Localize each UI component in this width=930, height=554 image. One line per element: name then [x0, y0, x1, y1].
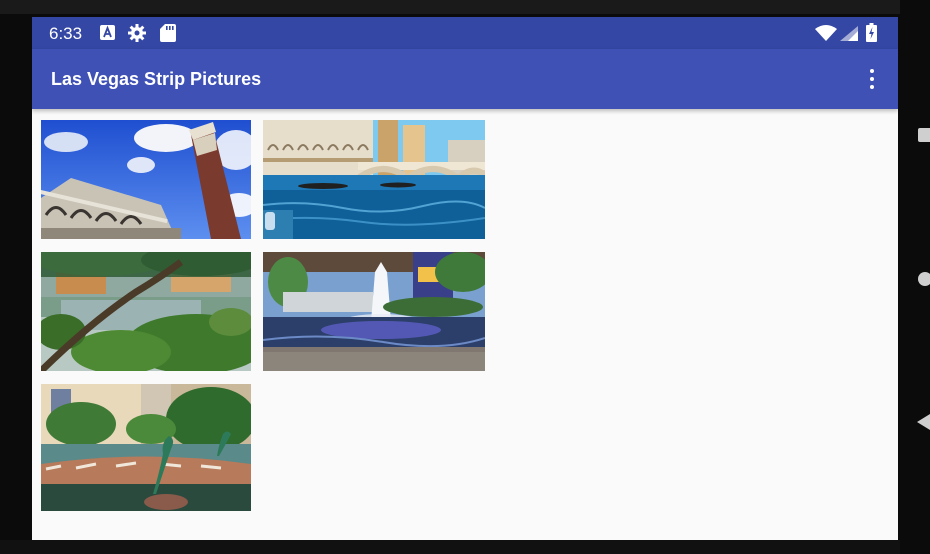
photo-venetian-canal[interactable]: [263, 120, 485, 239]
home-icon[interactable]: [918, 272, 930, 286]
app-bar: Las Vegas Strip Pictures: [32, 49, 898, 109]
a-notification-icon: [100, 25, 115, 40]
gear-icon: [128, 24, 146, 42]
battery-charging-icon: [866, 23, 877, 42]
more-vert-icon[interactable]: [860, 67, 884, 91]
device-bezel-top: [0, 0, 930, 14]
signal-icon: [840, 26, 858, 41]
photo-dolphin-fountain[interactable]: [41, 384, 251, 511]
recents-icon[interactable]: [918, 128, 930, 142]
photo-fountain[interactable]: [263, 252, 485, 371]
device-nav-bar: [900, 0, 930, 554]
device-screen: 6:33 Las Vegas Strip Pictures: [32, 17, 898, 540]
photo-garden-pond[interactable]: [41, 252, 251, 371]
device-bezel-bottom: [0, 540, 930, 554]
photo-venetian-tower[interactable]: [41, 120, 251, 239]
status-bar: 6:33: [32, 17, 898, 49]
sd-card-icon: [160, 24, 176, 42]
wifi-icon: [815, 25, 837, 41]
app-title: Las Vegas Strip Pictures: [51, 69, 262, 89]
status-time: 6:33: [49, 24, 83, 43]
back-icon[interactable]: [917, 414, 930, 430]
